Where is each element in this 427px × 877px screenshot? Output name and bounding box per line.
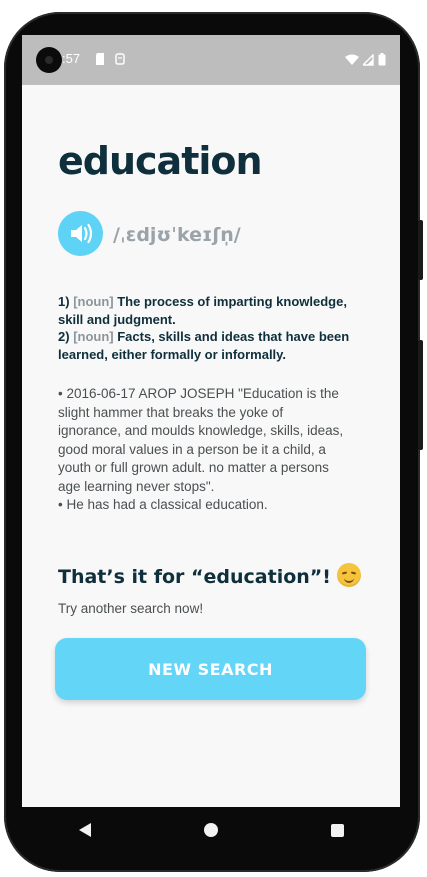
back-icon[interactable] — [78, 823, 91, 837]
screen: :57 education /ˌɛdjʊˈkeɪʃn̩/ 1) [noun] T… — [22, 35, 400, 807]
smiling-face-icon — [336, 563, 361, 587]
definitions: 1) [noun] The process of imparting knowl… — [58, 293, 358, 363]
definition-item: 2) [noun] Facts, skills and ideas that h… — [58, 328, 358, 363]
phonetic-text: /ˌɛdjʊˈkeɪʃn̩/ — [113, 224, 241, 246]
part-of-speech: [noun] — [73, 294, 114, 309]
definition-item: 1) [noun] The process of imparting knowl… — [58, 293, 358, 328]
word-result: education /ˌɛdjʊˈkeɪʃn̩/ 1) [noun] The p… — [22, 85, 400, 807]
signal-icon — [363, 53, 374, 66]
front-camera — [36, 47, 62, 73]
status-bar: :57 — [22, 35, 400, 85]
example-item: • 2016-06-17 AROP JOSEPH "Education is t… — [58, 386, 344, 494]
examples: • 2016-06-17 AROP JOSEPH "Education is t… — [58, 385, 348, 515]
speaker-icon — [71, 223, 93, 244]
new-search-button[interactable]: NEW SEARCH — [55, 638, 366, 700]
try-again-text: Try another search now! — [58, 601, 204, 616]
power-button — [418, 220, 423, 280]
recents-icon[interactable] — [330, 823, 344, 837]
navigation-bar — [22, 808, 400, 852]
sd-card-icon — [96, 53, 104, 65]
example-item: • He has had a classical education. — [58, 497, 268, 512]
notification-icon — [115, 53, 125, 65]
end-message-text: That’s it for “education”! — [58, 566, 331, 588]
home-icon[interactable] — [203, 823, 218, 837]
definition-number: 2) — [58, 329, 70, 344]
wifi-icon — [345, 54, 359, 65]
end-message: That’s it for “education”! — [58, 563, 361, 588]
status-time: :57 — [62, 51, 81, 66]
definition-number: 1) — [58, 294, 70, 309]
battery-icon — [378, 53, 386, 66]
part-of-speech: [noun] — [73, 329, 114, 344]
volume-button — [418, 340, 423, 450]
word-title: education — [58, 139, 263, 183]
status-icons — [345, 53, 386, 66]
play-pronunciation-button[interactable] — [58, 211, 103, 256]
